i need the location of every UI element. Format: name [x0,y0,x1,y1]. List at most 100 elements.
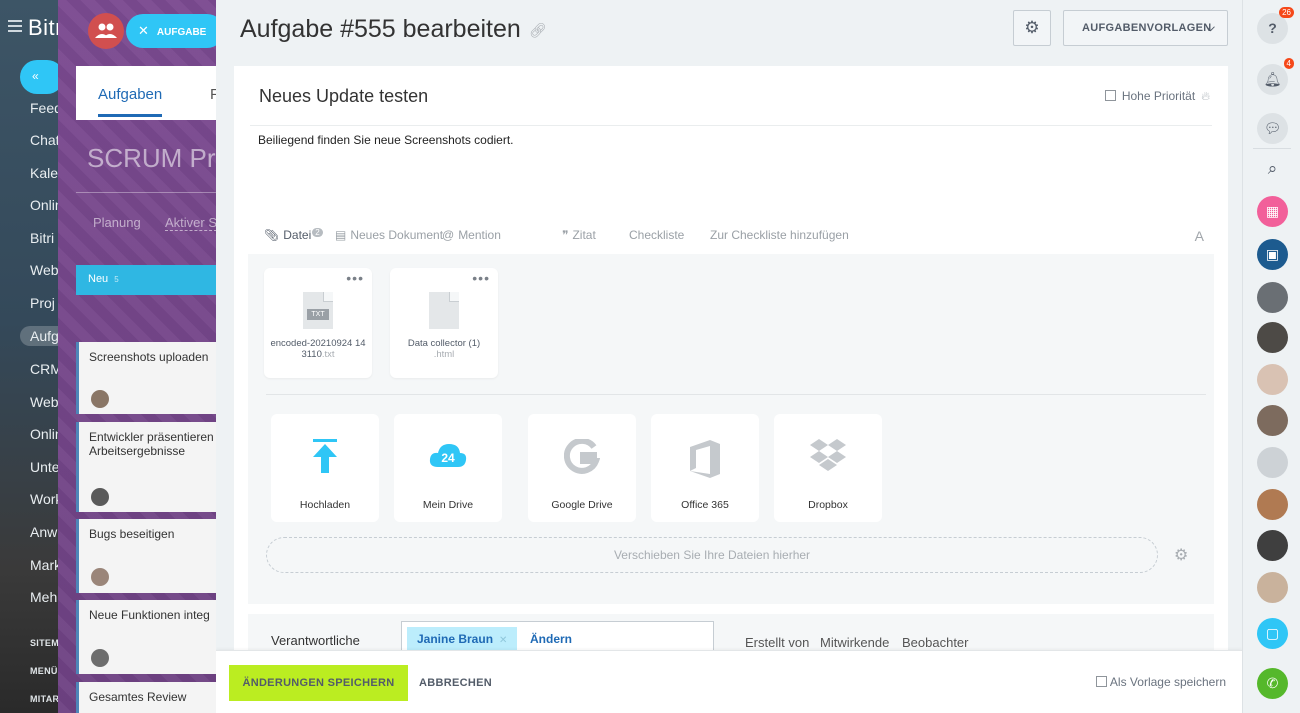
task-templates-button[interactable]: AUFGABENVORLAGEN ⌵ [1063,10,1228,46]
nav-item-apps[interactable]: Anw [30,524,57,540]
toolbar-checklist-button[interactable]: Checkliste [629,228,684,242]
kanban-card[interactable]: Bugs beseitigen [76,519,218,593]
menu-icon[interactable] [8,20,22,35]
paperclip-icon: 📎︎ [264,228,280,242]
observers-link[interactable]: Beobachter [902,635,969,650]
tab-planning[interactable]: Planung [93,215,141,230]
cancel-button[interactable]: ABBRECHEN [419,665,492,701]
column-new-label: Neu [88,273,109,285]
more-icon[interactable]: ••• [472,270,490,286]
collapse-button[interactable]: « [20,60,62,94]
column-new-header: Neu 5 [76,265,218,295]
toolbar-file-button[interactable]: 📎︎ Datei 2 [264,228,323,242]
kanban-card[interactable]: Gesamtes Review [76,682,218,713]
high-priority-toggle[interactable]: Hohe Priorität 🔥︎ [1104,89,1210,104]
task-description-editor[interactable]: Beiliegend finden Sie neue Screenshots c… [258,133,514,147]
kanban-card[interactable]: Entwickler präsentieren Arbeitsergebniss… [76,422,218,512]
google-drive-button[interactable]: Google Drive [528,414,636,522]
high-priority-label: Hohe Priorität [1121,89,1196,103]
nav-item-tasks[interactable]: Aufg [20,326,62,346]
office-365-button[interactable]: Office 365 [651,414,759,522]
toolbar-new-document-label: Neues Dokument [350,228,444,242]
nav-invite-employees[interactable]: MITAR [30,694,59,704]
avatar[interactable] [1257,282,1288,313]
avatar[interactable] [1257,364,1288,395]
participants-link[interactable]: Mitwirkende [820,635,889,650]
task-pill-button[interactable]: ✕ AUFGABE [126,14,218,48]
settings-button[interactable]: ⚙︎ [1013,10,1051,46]
nav-item-more[interactable]: Meh [30,589,57,605]
save-as-template-checkbox[interactable] [1095,676,1107,687]
office-365-label: Office 365 [681,499,729,511]
upload-label: Hochladen [299,499,351,511]
task-title-input[interactable]: Neues Update testen [259,86,428,107]
flame-icon: 🔥︎ [1201,89,1210,103]
task-templates-label: AUFGABENVORLAGEN [1082,22,1212,34]
page-title: Aufgabe #555 bearbeiten 🔗︎ [240,15,547,44]
nav-item-bitrix[interactable]: Bitri [30,230,54,246]
created-by-link[interactable]: Erstellt von [745,635,809,650]
call-button[interactable]: ✆ [1257,668,1288,699]
nav-item-websites[interactable]: Web [30,394,59,410]
file-card[interactable]: ••• TXT encoded-20210924 143110.txt [264,268,372,378]
change-responsible-link[interactable]: Ändern [530,632,572,646]
nav-menu-settings[interactable]: MENÜ [30,666,58,676]
responsible-person-chip[interactable]: Janine Braun ✕ [407,627,518,651]
file-icon [429,292,459,329]
at-icon: @ [442,228,455,242]
group-chat-button[interactable]: ▣ [1257,239,1288,270]
add-contact-button[interactable]: ▢ [1257,618,1288,649]
kanban-card[interactable]: Neue Funktionen integ [76,600,218,674]
gear-icon[interactable]: ⚙︎ [1174,545,1188,565]
nav-item-marketing[interactable]: Mark [30,557,61,573]
toolbar-new-document-button[interactable]: ▤ Neues Dokument [335,228,443,242]
nav-item-calendar[interactable]: Kale [30,165,58,181]
nav-item-company[interactable]: Unte [30,459,60,475]
nav-item-chat[interactable]: Chat [30,132,60,148]
high-priority-checkbox[interactable] [1104,90,1116,101]
file-card[interactable]: ••• Data collector (1) .html [390,268,498,378]
phone-icon: ✆ [1266,675,1279,691]
avatar[interactable] [1257,322,1288,353]
avatar[interactable] [1257,489,1288,520]
remove-icon[interactable]: ✕ [499,635,507,646]
avatar[interactable] [1257,530,1288,561]
avatar[interactable] [1257,447,1288,478]
question-icon: ? [1268,20,1277,36]
toolbar-quote-button[interactable]: ❞ Zitat [562,228,596,242]
gear-icon: ⚙︎ [1024,18,1040,37]
search-button[interactable]: ⌕ [1257,153,1288,184]
font-format-icon[interactable]: A [1195,228,1204,244]
avatar[interactable] [1257,572,1288,603]
google-drive-label: Google Drive [551,499,613,511]
group-avatar-icon[interactable] [88,13,124,49]
avatar[interactable] [1257,405,1288,436]
tab-tasks[interactable]: Aufgaben [98,86,163,117]
toolbar-mention-label: Mention [458,228,501,242]
bell-icon: 🔔︎ [1263,71,1282,87]
file-type-badge: TXT [307,309,329,320]
save-changes-button[interactable]: ÄNDERUNGEN SPEICHERN [229,665,408,701]
toolbar-mention-button[interactable]: @ Mention [442,228,501,242]
calendar-button[interactable]: ▦ [1257,196,1288,227]
toolbar-quote-label: Zitat [572,228,596,242]
toolbar-add-checklist-button[interactable]: Zur Checkliste hinzufügen [710,228,849,242]
save-as-template-toggle[interactable]: Als Vorlage speichern [1095,675,1226,689]
avatar [91,649,109,667]
more-icon[interactable]: ••• [346,270,364,286]
dropbox-button[interactable]: Dropbox [774,414,882,522]
link-icon[interactable]: 🔗︎ [529,22,547,38]
kanban-card[interactable]: Screenshots uploaden [76,342,218,414]
messenger-button[interactable]: 💬︎ [1257,113,1288,144]
my-drive-button[interactable]: 24 Mein Drive [394,414,502,522]
file-dropzone[interactable]: Verschieben Sie Ihre Dateien hierher [266,537,1158,573]
help-button[interactable]: ? 26 [1257,7,1294,44]
notifications-button[interactable]: 🔔︎ 4 [1257,58,1294,95]
divider [1253,148,1291,149]
nav-item-projects[interactable]: Proj [30,295,55,311]
kanban-card-title: Neue Funktionen integ [89,608,210,622]
column-new-count: 5 [114,275,119,284]
tab-active-sprint[interactable]: Aktiver S [165,215,218,231]
upload-button[interactable]: Hochladen [271,414,379,522]
nav-item-web[interactable]: Web [30,262,59,278]
